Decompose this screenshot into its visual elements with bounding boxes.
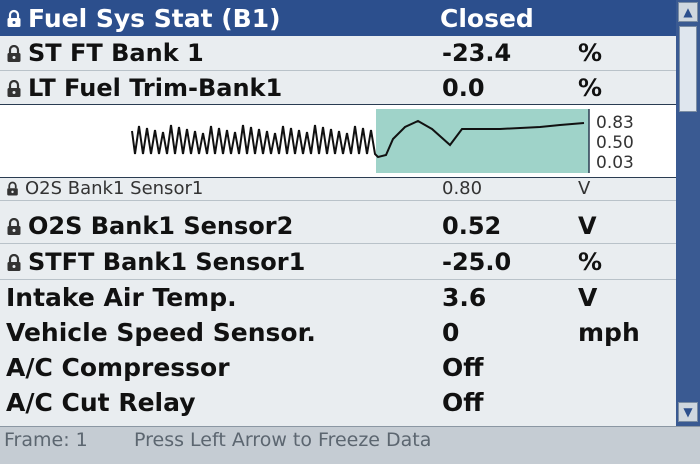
- param-value: 0: [442, 317, 460, 347]
- param-row-vehicle-speed-sensor[interactable]: Vehicle Speed Sensor. 0 mph: [0, 316, 676, 348]
- param-label: A/C Cut Relay: [6, 387, 196, 417]
- param-label-wrap: STFT Bank1 Sensor1: [6, 248, 305, 276]
- scale-min: 0.03: [596, 153, 634, 173]
- status-bar: Frame: 1 Press Left Arrow to Freeze Data: [0, 426, 700, 464]
- param-row-intake-air-temp[interactable]: Intake Air Temp. 3.6 V: [0, 281, 676, 313]
- param-unit: V: [578, 212, 597, 240]
- param-label: A/C Compressor: [6, 352, 230, 382]
- lock-icon: [7, 254, 21, 271]
- param-row-stft-bank1-sensor1[interactable]: STFT Bank1 Sensor1 -25.0 %: [0, 245, 676, 280]
- param-unit: V: [578, 178, 591, 199]
- header-label-text: Fuel Sys Stat (B1): [28, 3, 281, 33]
- o2-sensor-graph: 0.83 0.50 0.03: [0, 104, 676, 178]
- scroll-down-arrow-icon[interactable]: ▼: [678, 402, 698, 422]
- param-unit: %: [578, 248, 603, 276]
- param-row-o2s-bank1-sensor1[interactable]: O2S Bank1 Sensor1 0.80 V: [0, 177, 676, 201]
- param-label: ST FT Bank 1: [28, 39, 204, 67]
- scale-max: 0.83: [596, 113, 634, 133]
- param-label: STFT Bank1 Sensor1: [28, 248, 306, 276]
- param-unit: mph: [578, 317, 640, 347]
- param-row-st-ft-bank1[interactable]: ST FT Bank 1 -23.4 %: [0, 36, 676, 71]
- lock-icon: [7, 9, 21, 27]
- param-value: -25.0: [442, 248, 512, 276]
- lock-icon: [7, 181, 18, 196]
- param-label-wrap: O2S Bank1 Sensor2: [6, 212, 293, 240]
- param-row-ac-cut-relay[interactable]: A/C Cut Relay Off: [0, 386, 676, 418]
- param-label-wrap: LT Fuel Trim-Bank1: [6, 74, 282, 102]
- scale-mid: 0.50: [596, 133, 634, 153]
- param-label-wrap: O2S Bank1 Sensor1: [6, 178, 203, 199]
- scroll-thumb[interactable]: [679, 26, 697, 112]
- lock-icon: [7, 45, 21, 62]
- param-label: O2S Bank1 Sensor1: [25, 178, 204, 199]
- param-unit: %: [578, 39, 603, 67]
- param-unit: %: [578, 74, 603, 102]
- param-row-ac-compressor[interactable]: A/C Compressor Off: [0, 351, 676, 383]
- lock-icon: [7, 80, 21, 97]
- graph-highlight-region: [376, 109, 589, 173]
- waveform-svg: [131, 109, 590, 173]
- param-value: Off: [442, 387, 484, 417]
- scroll-up-arrow-icon[interactable]: ▲: [678, 2, 698, 22]
- param-label-wrap: ST FT Bank 1: [6, 39, 204, 67]
- header-row-fuel-sys-stat[interactable]: Fuel Sys Stat (B1) Closed: [0, 0, 676, 36]
- frame-counter: Frame: 1: [4, 429, 88, 451]
- lock-icon: [7, 218, 21, 235]
- param-label: O2S Bank1 Sensor2: [28, 212, 294, 240]
- vertical-scrollbar[interactable]: ▲ ▼: [676, 0, 700, 426]
- param-value: 0.0: [442, 74, 485, 102]
- param-row-o2s-bank1-sensor2[interactable]: O2S Bank1 Sensor2 0.52 V: [0, 209, 676, 244]
- scan-tool-screen: Fuel Sys Stat (B1) Closed ST FT Bank 1 -…: [0, 0, 700, 464]
- param-value: -23.4: [442, 39, 512, 67]
- param-value: 0.80: [442, 178, 483, 199]
- header-value: Closed: [440, 3, 534, 33]
- param-label: LT Fuel Trim-Bank1: [28, 74, 283, 102]
- param-value: Off: [442, 352, 484, 382]
- param-value: 0.52: [442, 212, 502, 240]
- param-unit: V: [578, 282, 598, 312]
- status-message: Press Left Arrow to Freeze Data: [134, 429, 432, 451]
- param-label: Intake Air Temp.: [6, 282, 237, 312]
- param-label: Vehicle Speed Sensor.: [6, 317, 316, 347]
- header-label: Fuel Sys Stat (B1): [6, 4, 281, 33]
- param-row-lt-fuel-trim-bank1[interactable]: LT Fuel Trim-Bank1 0.0 %: [0, 71, 676, 106]
- param-value: 3.6: [442, 282, 487, 312]
